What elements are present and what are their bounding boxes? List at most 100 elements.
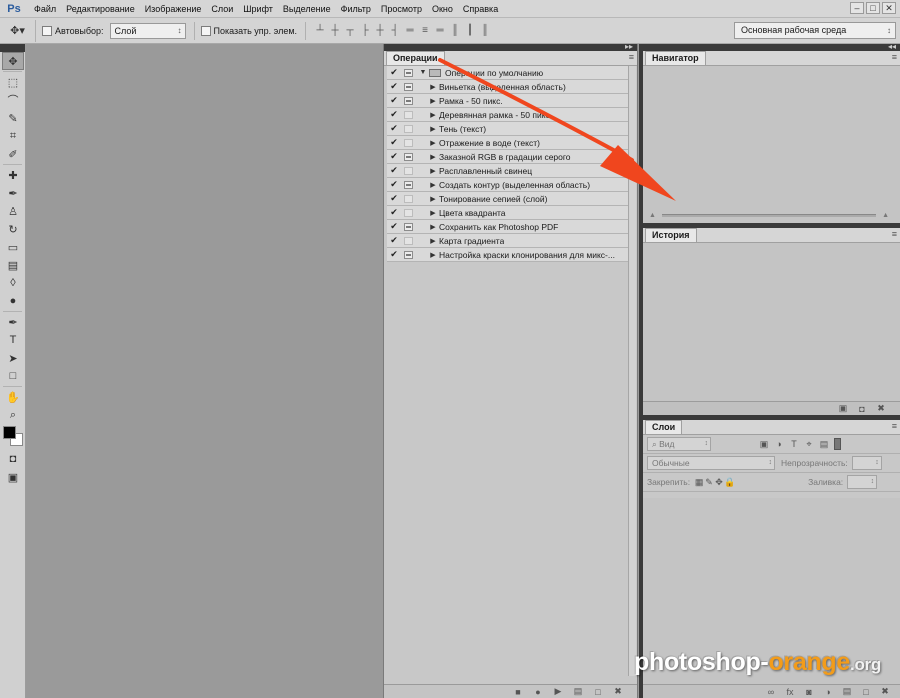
dodge-tool-icon[interactable]: ● xyxy=(2,292,24,310)
menu-filter[interactable]: Фильтр xyxy=(336,0,376,18)
dock-grip[interactable]: ◂◂ xyxy=(643,42,900,51)
new-group-icon[interactable]: ▤ xyxy=(842,686,852,697)
dialog-toggle[interactable] xyxy=(401,222,415,231)
menu-file[interactable]: Файл xyxy=(29,0,61,18)
blend-mode-select[interactable]: Обычные xyxy=(647,456,775,470)
collapse-icon[interactable]: ◂◂ xyxy=(888,42,896,51)
expand-triangle-icon[interactable]: ▶ xyxy=(427,181,439,189)
expand-triangle-icon[interactable]: ▶ xyxy=(427,167,439,175)
new-action-icon[interactable]: □ xyxy=(593,687,603,697)
close-button[interactable]: ✕ xyxy=(882,2,896,14)
delete-icon[interactable]: ✖ xyxy=(613,686,623,697)
adjustment-layer-icon[interactable]: ◑ xyxy=(823,687,833,697)
toggle-check-icon[interactable]: ✔ xyxy=(387,235,401,246)
action-set-row[interactable]: ✔ ▼ Операции по умолчанию xyxy=(387,66,631,80)
collapse-icon[interactable]: ▸▸ xyxy=(625,42,633,51)
action-row[interactable]: ✔ ▶ Сохранить как Photoshop PDF xyxy=(387,220,631,234)
blur-tool-icon[interactable]: ◊ xyxy=(2,274,24,292)
expand-triangle-icon[interactable]: ▶ xyxy=(427,139,439,147)
minimize-button[interactable]: – xyxy=(850,2,864,14)
add-mask-icon[interactable]: ◙ xyxy=(804,687,814,697)
delete-icon[interactable]: ✖ xyxy=(876,403,886,414)
layer-style-icon[interactable]: fx xyxy=(785,687,795,697)
toggle-check-icon[interactable]: ✔ xyxy=(387,207,401,218)
toggle-check-icon[interactable]: ✔ xyxy=(387,123,401,134)
workspace-select[interactable]: Основная рабочая среда xyxy=(734,22,896,39)
action-row[interactable]: ✔ ▶ Тонирование сепией (слой) xyxy=(387,192,631,206)
action-row[interactable]: ✔ ▶ Заказной RGB в градации серого xyxy=(387,150,631,164)
align-hcenter-icon[interactable]: ┼ xyxy=(374,24,386,38)
action-row[interactable]: ✔ ▶ Рамка - 50 пикс. xyxy=(387,94,631,108)
history-list[interactable] xyxy=(643,243,900,401)
rectangle-tool-icon[interactable]: □ xyxy=(2,367,24,385)
dialog-toggle[interactable] xyxy=(401,166,415,175)
toggle-check-icon[interactable]: ✔ xyxy=(387,81,401,92)
clone-stamp-tool-icon[interactable]: ♙ xyxy=(2,202,24,220)
history-brush-tool-icon[interactable]: ↻ xyxy=(2,220,24,238)
dialog-toggle[interactable] xyxy=(401,250,415,259)
expand-triangle-icon[interactable]: ▶ xyxy=(427,153,439,161)
autoselect-select[interactable]: Слой xyxy=(109,22,186,39)
stop-icon[interactable]: ■ xyxy=(513,687,523,697)
action-row[interactable]: ✔ ▶ Виньетка (выделенная область) xyxy=(387,80,631,94)
eyedropper-tool-icon[interactable]: ✐ xyxy=(2,145,24,163)
move-tool-icon[interactable]: ✥ xyxy=(2,52,24,70)
panel-menu-icon[interactable]: ≡ xyxy=(629,52,634,62)
type-filter-icon[interactable]: T xyxy=(789,439,799,450)
marquee-tool-icon[interactable]: ⬚ xyxy=(2,73,24,91)
show-transform-checkbox-box[interactable] xyxy=(200,25,211,36)
shape-filter-icon[interactable]: ⌖ xyxy=(804,439,814,450)
distribute-hcenter-icon[interactable]: ┃ xyxy=(464,24,476,38)
smart-object-filter-icon[interactable]: ▤ xyxy=(819,439,829,450)
quick-mask-icon[interactable]: ◘ xyxy=(2,450,24,468)
align-left-icon[interactable]: ├ xyxy=(359,24,371,38)
toggle-check-icon[interactable]: ✔ xyxy=(387,179,401,190)
lasso-tool-icon[interactable]: ⌒ xyxy=(2,91,24,109)
crop-tool-icon[interactable]: ⌗ xyxy=(2,127,24,145)
dialog-toggle[interactable] xyxy=(401,138,415,147)
lock-pixels-icon[interactable]: ✎ xyxy=(704,477,714,488)
fill-field[interactable] xyxy=(847,475,878,489)
align-right-icon[interactable]: ┤ xyxy=(389,24,401,38)
expand-triangle-icon[interactable]: ▶ xyxy=(427,125,439,133)
action-row[interactable]: ✔ ▶ Тень (текст) xyxy=(387,122,631,136)
dialog-toggle[interactable] xyxy=(401,208,415,217)
path-selection-tool-icon[interactable]: ➤ xyxy=(2,349,24,367)
align-top-icon[interactable]: ┴ xyxy=(314,24,326,38)
delete-layer-icon[interactable]: ✖ xyxy=(880,686,890,697)
panel-menu-icon[interactable]: ≡ xyxy=(892,52,897,62)
expand-triangle-icon[interactable]: ▶ xyxy=(427,111,439,119)
play-icon[interactable]: ▶ xyxy=(553,686,563,697)
new-layer-icon[interactable]: □ xyxy=(861,687,871,697)
layer-filter-select[interactable]: ⌕ Вид xyxy=(647,437,711,451)
tab-history[interactable]: История xyxy=(645,228,697,242)
gradient-tool-icon[interactable]: ▤ xyxy=(2,256,24,274)
action-row[interactable]: ✔ ▶ Деревянная рамка - 50 пикс. xyxy=(387,108,631,122)
toggle-check-icon[interactable]: ✔ xyxy=(387,193,401,204)
foreground-color-swatch[interactable] xyxy=(3,426,16,439)
expand-triangle-icon[interactable]: ▶ xyxy=(427,237,439,245)
menu-window[interactable]: Окно xyxy=(427,0,458,18)
toggle-check-icon[interactable]: ✔ xyxy=(387,67,401,78)
link-layers-icon[interactable]: ∞ xyxy=(766,687,776,697)
expand-triangle-icon[interactable]: ▶ xyxy=(427,223,439,231)
menu-select[interactable]: Выделение xyxy=(278,0,336,18)
lock-transparent-icon[interactable]: ▦ xyxy=(694,477,704,488)
operations-scrollbar[interactable] xyxy=(628,66,636,676)
healing-brush-tool-icon[interactable]: ✚ xyxy=(2,166,24,184)
menu-help[interactable]: Справка xyxy=(458,0,503,18)
align-bottom-icon[interactable]: ┬ xyxy=(344,24,356,38)
toggle-check-icon[interactable]: ✔ xyxy=(387,221,401,232)
panel-menu-icon[interactable]: ≡ xyxy=(892,229,897,239)
dialog-toggle[interactable] xyxy=(401,96,415,105)
tab-navigator[interactable]: Навигатор xyxy=(645,51,706,65)
action-row[interactable]: ✔ ▶ Цвета квадранта xyxy=(387,206,631,220)
quick-select-tool-icon[interactable]: ✎ xyxy=(2,109,24,127)
panel-menu-icon[interactable]: ≡ xyxy=(892,421,897,431)
menu-type[interactable]: Шрифт xyxy=(238,0,278,18)
distribute-vcenter-icon[interactable]: ≡ xyxy=(419,24,431,38)
action-row[interactable]: ✔ ▶ Настройка краски клонирования для микс… xyxy=(387,248,631,262)
menu-image[interactable]: Изображение xyxy=(140,0,207,18)
dialog-toggle[interactable] xyxy=(401,152,415,161)
toggle-check-icon[interactable]: ✔ xyxy=(387,249,401,260)
